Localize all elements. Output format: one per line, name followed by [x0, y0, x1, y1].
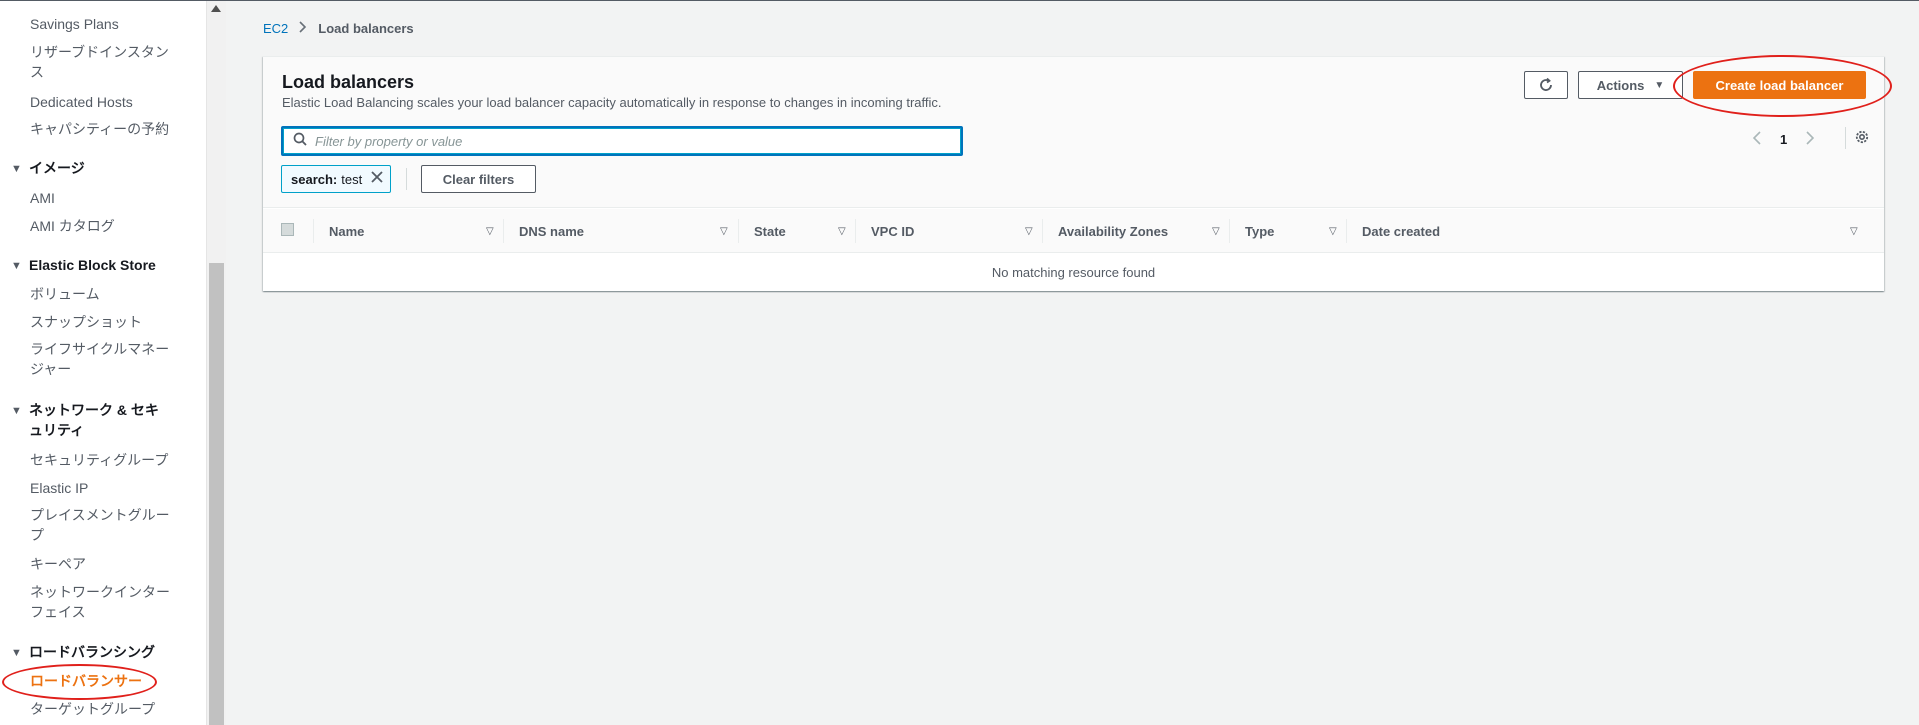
sidebar-item-lifecycle-manager[interactable]: ライフサイクルマネージャー [30, 339, 170, 379]
sort-icon: ▽ [1025, 225, 1033, 237]
panel-header: Load balancers Elastic Load Balancing sc… [263, 55, 1892, 208]
close-icon[interactable] [371, 170, 383, 188]
breadcrumb-ec2-link[interactable]: EC2 [263, 21, 288, 36]
chevron-right-icon[interactable] [1801, 129, 1819, 150]
sidebar-item-reserved-instances[interactable]: リザーブドインスタンス [30, 42, 170, 82]
sort-icon: ▽ [838, 225, 846, 237]
filter-token-value: test [341, 171, 363, 187]
sidebar-item-volumes[interactable]: ボリューム [30, 284, 170, 304]
load-balancers-panel: Load balancers Elastic Load Balancing sc… [263, 55, 1892, 291]
column-header-type[interactable]: Type ▽ [1229, 209, 1346, 253]
column-header-name[interactable]: Name ▽ [313, 209, 503, 253]
select-all-checkbox[interactable] [281, 223, 294, 236]
column-header-dns-name[interactable]: DNS name ▽ [503, 209, 738, 253]
sort-icon: ▽ [720, 225, 728, 237]
caret-down-icon: ▼ [1654, 79, 1665, 91]
filter-token: search: test [281, 165, 392, 193]
sort-icon: ▽ [1212, 225, 1220, 237]
sidebar-item-load-balancers[interactable]: ロードバランサー [30, 671, 170, 691]
column-header-date-created[interactable]: Date created ▽ [1346, 209, 1866, 253]
sort-icon: ▽ [1850, 225, 1858, 237]
sort-icon: ▽ [1329, 225, 1337, 237]
sidebar-section-label: イメージ [29, 160, 85, 176]
sidebar-item-ami[interactable]: AMI [30, 188, 170, 208]
gear-icon[interactable] [1853, 128, 1871, 151]
sidebar-item-elastic-ip[interactable]: Elastic IP [30, 478, 170, 498]
sidebar-item-snapshots[interactable]: スナップショット [30, 312, 170, 332]
breadcrumb: EC2 Load balancers [263, 20, 414, 36]
column-header-state[interactable]: State ▽ [738, 209, 855, 253]
sidebar-item-key-pairs[interactable]: キーペア [30, 554, 170, 574]
caret-down-icon: ▼ [11, 405, 22, 417]
caret-down-icon: ▼ [11, 163, 22, 175]
sidebar-scrollbar[interactable] [206, 1, 226, 725]
page-title: Load balancers [282, 72, 415, 92]
scroll-up-arrow-icon[interactable] [211, 5, 221, 12]
filter-search-box[interactable] [281, 126, 963, 156]
filter-input[interactable] [315, 133, 935, 149]
actions-label: Actions [1596, 77, 1645, 93]
sidebar-item-ami-catalog[interactable]: AMI カタログ [30, 216, 170, 236]
sidebar-section-label: ロードバランシング [29, 644, 155, 660]
pagination: 1 [1748, 129, 1819, 150]
refresh-icon [1540, 77, 1552, 91]
page-description: Elastic Load Balancing scales your load … [282, 95, 942, 110]
sidebar-item-network-interfaces[interactable]: ネットワークインターフェイス [30, 582, 170, 622]
divider [406, 168, 407, 190]
chevron-left-icon[interactable] [1748, 129, 1766, 150]
actions-dropdown[interactable]: Actions ▼ [1578, 71, 1683, 99]
breadcrumb-current: Load balancers [318, 20, 414, 36]
sidebar-item-capacity-reservations[interactable]: キャパシティーの予約 [30, 119, 170, 139]
divider [1845, 127, 1846, 149]
table-header: Name ▽ DNS name ▽ State ▽ VPC ID ▽ Avail… [263, 209, 1884, 253]
sidebar-item-savings-plans[interactable]: Savings Plans [30, 14, 170, 34]
sidebar-section-ebs[interactable]: ▼ Elastic Block Store [11, 255, 169, 276]
column-header-vpc-id[interactable]: VPC ID ▽ [855, 209, 1042, 253]
clear-filters-button[interactable]: Clear filters [421, 165, 536, 193]
sidebar-section-images[interactable]: ▼ イメージ [11, 158, 169, 179]
create-load-balancer-button[interactable]: Create load balancer [1693, 71, 1866, 99]
sort-icon: ▽ [486, 225, 494, 237]
caret-down-icon: ▼ [11, 647, 22, 659]
filter-token-key: search: [291, 171, 338, 187]
sidebar-section-label: ネットワーク & セキュリティ [29, 402, 159, 438]
sidebar-nav: Savings Plans リザーブドインスタンス Dedicated Host… [0, 1, 206, 725]
refresh-button[interactable] [1524, 71, 1568, 99]
chevron-right-icon [299, 20, 307, 36]
sidebar-section-load-balancing[interactable]: ▼ ロードバランシング [11, 642, 169, 663]
sidebar-item-dedicated-hosts[interactable]: Dedicated Hosts [30, 92, 170, 112]
scrollbar-thumb[interactable] [209, 263, 224, 725]
caret-down-icon: ▼ [11, 260, 22, 272]
sidebar-section-label: Elastic Block Store [29, 257, 156, 273]
column-header-availability-zones[interactable]: Availability Zones ▽ [1042, 209, 1229, 253]
page-number[interactable]: 1 [1780, 132, 1787, 147]
search-icon [293, 132, 307, 151]
table-empty-message: No matching resource found [991, 265, 1156, 280]
sidebar-item-placement-groups[interactable]: プレイスメントグループ [30, 505, 170, 545]
sidebar-item-security-groups[interactable]: セキュリティグループ [30, 450, 170, 470]
sidebar-section-network-security[interactable]: ▼ ネットワーク & セキュリティ [11, 400, 169, 440]
sidebar-item-target-groups[interactable]: ターゲットグループ [30, 699, 170, 719]
